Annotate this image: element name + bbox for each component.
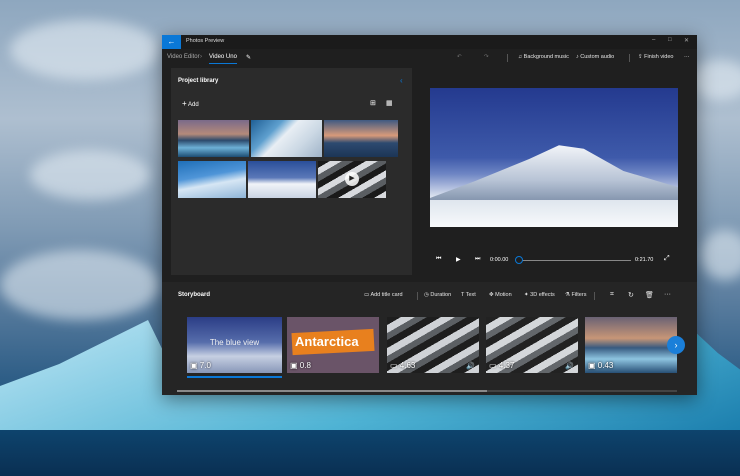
breadcrumb-video-uno[interactable]: Video Uno (209, 54, 237, 60)
audio-icon: ♪ (576, 54, 579, 60)
skip-back-icon[interactable]: ⏮ (436, 256, 441, 263)
storyboard-scrollbar[interactable] (177, 390, 677, 392)
clip-duration: ▣ 0.43 (588, 361, 614, 370)
motion-icon: ✥ (489, 292, 494, 298)
close-button[interactable]: ✕ (684, 37, 689, 44)
collapse-chevron-icon[interactable]: ‹ (400, 76, 403, 85)
delete-icon[interactable]: 🗑 (645, 291, 654, 299)
fullscreen-icon[interactable]: ⤢ (664, 255, 670, 263)
maximize-button[interactable]: □ (668, 37, 672, 43)
storyboard-clip[interactable]: ▭ 4.63 🔊 (387, 317, 479, 373)
add-button[interactable]: + Add (182, 99, 199, 108)
scrollbar-thumb[interactable] (177, 390, 487, 392)
music-note-icon: ♫ (518, 54, 523, 60)
video-icon: ▭ (390, 361, 398, 370)
undo-icon[interactable]: ↶ (457, 54, 462, 60)
library-thumbnail[interactable]: ▶ (318, 161, 386, 198)
3d-effects-icon: ✦ (524, 292, 529, 298)
text-button[interactable]: T Text (461, 292, 476, 298)
image-icon: ▣ (290, 361, 298, 370)
preview-ice-field (430, 200, 678, 227)
storyboard-clip[interactable]: ▭ 4.37 🔊 (486, 317, 578, 373)
motion-button[interactable]: ✥ Motion (489, 292, 512, 298)
export-icon: ⇪ (638, 54, 643, 60)
clip-duration: ▭ 4.63 (390, 361, 416, 370)
large-grid-view-icon[interactable]: ▦ (386, 99, 393, 107)
library-thumbnail[interactable] (248, 161, 316, 198)
play-icon[interactable]: ▶ (456, 256, 461, 263)
play-circle-icon: ▶ (345, 172, 359, 186)
speaker-icon: 🔊 (466, 363, 475, 370)
scroll-next-button[interactable]: › (667, 336, 685, 354)
image-icon: ▣ (190, 361, 198, 370)
back-button[interactable]: ← (162, 35, 181, 49)
storyboard-clip[interactable]: Antarctica ▣ 0.8 (287, 317, 379, 373)
rename-pencil-icon[interactable]: ✎ (246, 54, 251, 61)
app-window: ← Photos Preview – □ ✕ Video Editor › Vi… (162, 35, 697, 395)
clock-icon: ◷ (424, 292, 429, 298)
selected-clip-indicator (187, 376, 282, 378)
seek-handle[interactable] (515, 256, 523, 264)
filters-button[interactable]: ⚗ Filters (565, 292, 586, 298)
project-library-panel: Project library ‹ + Add ⊞ ▦ ▶ (171, 68, 412, 275)
background-music-button[interactable]: ♫ Background music (518, 54, 569, 60)
clip-duration: ▣ 0.8 (290, 361, 311, 370)
seek-bar[interactable] (519, 260, 631, 261)
storyboard-clip[interactable]: ▣ 0.43 (585, 317, 677, 373)
clip-duration: ▭ 4.37 (489, 361, 515, 370)
title-card-icon: ▭ (364, 292, 370, 298)
minimize-button[interactable]: – (652, 37, 655, 43)
toolbar-divider (629, 54, 630, 62)
app-title: Photos Preview (186, 38, 225, 44)
finish-video-button[interactable]: ⇪ Finish video (638, 54, 674, 60)
plus-icon: + (182, 99, 187, 108)
add-title-card-button[interactable]: ▭ Add title card (364, 292, 403, 298)
back-arrow-icon: ← (167, 37, 176, 46)
storyboard-panel: Storyboard ▭ Add title card ◷ Duration T… (162, 282, 697, 395)
custom-audio-button[interactable]: ♪ Custom audio (576, 54, 614, 60)
speaker-icon: 🔊 (565, 363, 574, 370)
breadcrumb-video-editor[interactable]: Video Editor (167, 54, 200, 60)
toolbar-divider (594, 292, 595, 300)
toolbar-divider (417, 292, 418, 300)
clip-duration: ▣ 7.0 (190, 361, 211, 370)
breadcrumb-separator-icon: › (200, 54, 202, 60)
grid-view-icon[interactable]: ⊞ (370, 99, 376, 107)
player-controls: ⏮ ▶ ⏭ 0:00.00 0:21.70 ⤢ (430, 253, 678, 267)
3d-effects-button[interactable]: ✦ 3D effects (524, 292, 555, 298)
filter-icon: ⚗ (565, 292, 570, 298)
more-options-icon[interactable]: ··· (684, 54, 690, 60)
text-icon: T (461, 292, 465, 298)
clip-overlay-text: The blue view (209, 338, 260, 347)
total-time: 0:21.70 (635, 257, 654, 263)
library-thumbnail[interactable] (178, 161, 246, 198)
library-thumbnail[interactable] (251, 120, 322, 157)
redo-icon[interactable]: ↷ (484, 54, 489, 60)
project-library-title: Project library (178, 78, 219, 84)
more-options-icon[interactable]: ··· (664, 291, 671, 298)
rotate-icon[interactable]: ↻ (628, 291, 634, 299)
toolbar-divider (507, 54, 508, 62)
chevron-right-icon: › (674, 340, 678, 350)
video-preview[interactable] (430, 88, 678, 227)
storyboard-title: Storyboard (178, 292, 211, 298)
image-icon: ▣ (588, 361, 596, 370)
breadcrumb-active-underline (209, 63, 237, 64)
duration-button[interactable]: ◷ Duration (424, 292, 451, 298)
library-thumbnail[interactable] (324, 120, 398, 157)
library-thumbnail[interactable] (178, 120, 249, 157)
clip-overlay-text: Antarctica (295, 334, 359, 349)
storyboard-clip[interactable]: The blue view ▣ 7.0 (187, 317, 282, 373)
skip-forward-icon[interactable]: ⏭ (475, 256, 480, 263)
crop-icon[interactable]: ⌗ (610, 291, 614, 299)
video-icon: ▭ (489, 361, 497, 370)
nav-bar: Video Editor › Video Uno ✎ ↶ ↷ ♫ Backgro… (162, 49, 697, 67)
title-bar: ← Photos Preview – □ ✕ (162, 35, 697, 49)
current-time: 0:00.00 (490, 257, 509, 263)
